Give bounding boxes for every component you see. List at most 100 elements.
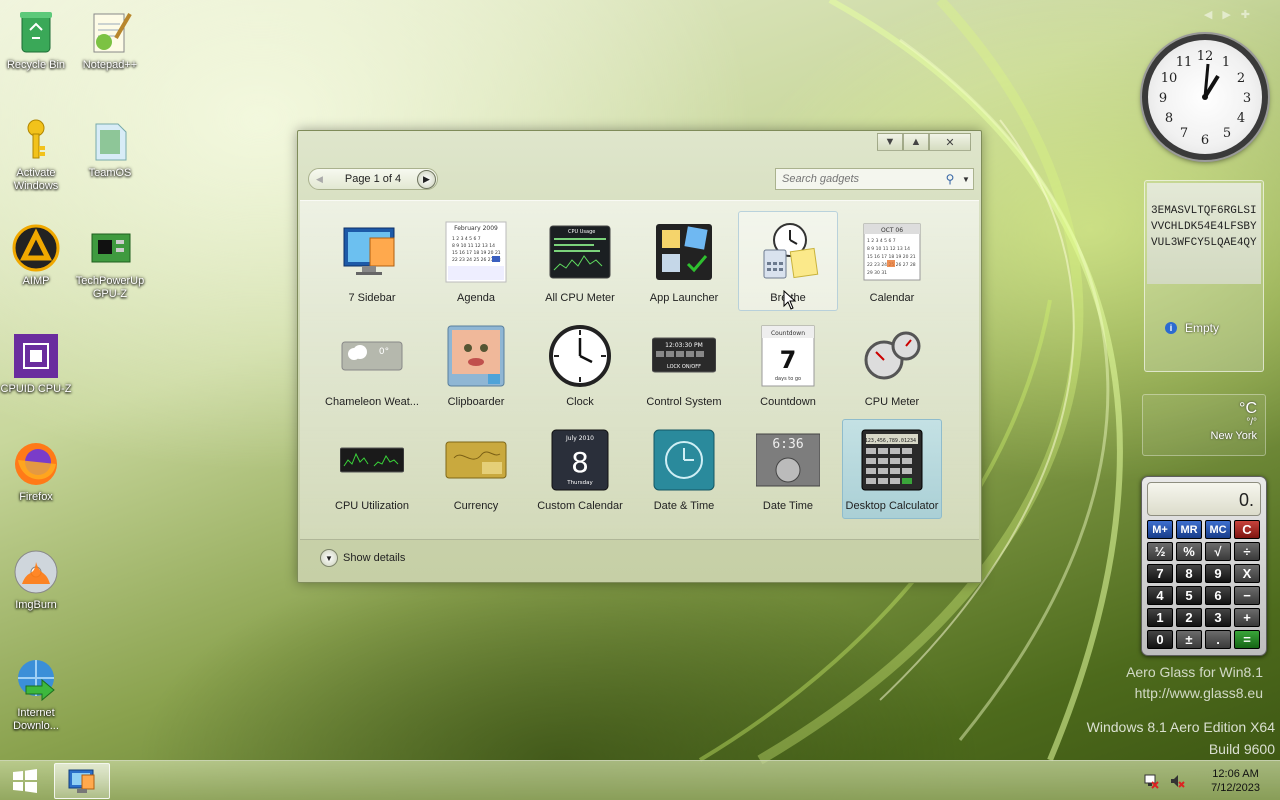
next-page-button[interactable]: ▶ xyxy=(417,169,436,189)
calc-key-8[interactable]: 8 xyxy=(1176,564,1202,583)
custom-cal-day-text: 8 xyxy=(571,446,589,479)
gadget-clipboarder[interactable]: Clipboarder xyxy=(426,315,526,415)
start-button[interactable] xyxy=(0,761,50,800)
network-disconnected-icon[interactable] xyxy=(1143,773,1159,789)
gadget-chameleon-weather[interactable]: 0° Chameleon Weat... xyxy=(322,315,422,415)
search-input[interactable] xyxy=(776,169,941,189)
calc-key-0[interactable]: 0 xyxy=(1147,630,1173,649)
date-time-digital-icon: 6:36 xyxy=(755,428,821,492)
page-navigator: ◀ Page 1 of 4 ▶ xyxy=(308,168,438,190)
calc-key-7[interactable]: 7 xyxy=(1147,564,1173,583)
taskbar-clock[interactable]: 12:06 AM 7/12/2023 xyxy=(1211,767,1260,795)
calc-key-percent[interactable]: % xyxy=(1176,542,1202,561)
chevron-down-icon[interactable]: ▼ xyxy=(877,133,903,151)
window-controls: ▼ ▲ ✕ xyxy=(877,133,971,151)
gadget-countdown[interactable]: Countdown 7 days to go Countdown xyxy=(738,315,838,415)
calc-key-equals[interactable]: = xyxy=(1234,630,1260,649)
desktop-icon-label: CPUID CPU-Z xyxy=(0,383,72,395)
desktop-icon-imgburn[interactable]: ImgBurn xyxy=(0,548,72,612)
calc-key-3[interactable]: 3 xyxy=(1205,608,1231,627)
calc-key-5[interactable]: 5 xyxy=(1176,586,1202,605)
calc-key-half[interactable]: ½ xyxy=(1147,542,1173,561)
svg-text:3: 3 xyxy=(1243,91,1251,106)
search-dropdown-button[interactable]: ▼ xyxy=(959,175,973,184)
gadget-all-cpu-meter[interactable]: CPU Usage All CPU Meter xyxy=(530,211,630,311)
gadget-date-time[interactable]: Date & Time xyxy=(634,419,734,519)
sidebar-nav: ◀ ▶ ✚ xyxy=(1204,8,1250,21)
taskbar-gadgets-app[interactable] xyxy=(54,763,110,799)
volume-muted-icon[interactable] xyxy=(1169,773,1185,789)
show-details-label: Show details xyxy=(343,552,406,564)
desktop-icon-activate-windows[interactable]: Activate Windows xyxy=(0,116,72,193)
desktop-icon-label: AIMP xyxy=(22,275,50,287)
desktop-icon-teamos[interactable]: TeamOS xyxy=(74,116,146,180)
previous-page-button[interactable]: ◀ xyxy=(310,170,329,189)
currency-gadget-icon xyxy=(444,428,508,492)
desktop-icon-notepad-plus-plus[interactable]: Notepad++ xyxy=(74,8,146,72)
gadget-label: Desktop Calculator xyxy=(845,500,939,512)
sidebar-next-icon[interactable]: ▶ xyxy=(1222,8,1230,21)
calc-key-mr[interactable]: MR xyxy=(1176,520,1202,539)
svg-text:12: 12 xyxy=(1197,49,1214,64)
gadget-label: Custom Calendar xyxy=(537,500,623,512)
gadget-label: Chameleon Weat... xyxy=(325,396,419,408)
calc-key-9[interactable]: 9 xyxy=(1205,564,1231,583)
svg-text:8 9 10 11 12 13 14: 8 9 10 11 12 13 14 xyxy=(452,243,495,249)
svg-text:15 16 17 18 19 20 21: 15 16 17 18 19 20 21 xyxy=(867,254,916,260)
calc-key-4[interactable]: 4 xyxy=(1147,586,1173,605)
gadget-grid: 7 Sidebar February 2009 1 2 3 4 5 6 78 9 … xyxy=(300,200,979,540)
gadget-label: Calendar xyxy=(869,292,915,304)
desktop-icon-firefox[interactable]: Firefox xyxy=(0,440,72,504)
note-status: i Empty xyxy=(1165,321,1219,335)
gadget-cpu-utilization[interactable]: CPU Utilization xyxy=(322,419,422,519)
desktop-icon-gpu-z[interactable]: TechPowerUp GPU-Z xyxy=(74,224,146,301)
countdown-title-text: Countdown xyxy=(771,330,805,337)
svg-text:11: 11 xyxy=(1176,55,1193,70)
gadget-control-system[interactable]: 12:03:30 PM LOCK ON/OFF Control System xyxy=(634,315,734,415)
gadget-desktop-calculator[interactable]: 123,456,789.01234 Desktop Calculator xyxy=(842,419,942,519)
calc-key-plus[interactable]: + xyxy=(1234,608,1260,627)
calc-key-mplus[interactable]: M+ xyxy=(1147,520,1173,539)
calc-key-minus[interactable]: − xyxy=(1234,586,1260,605)
desktop-icon-cpu-z[interactable]: CPUID CPU-Z xyxy=(0,332,72,396)
gadget-calendar[interactable]: OCT 06 1 2 3 4 5 6 7 8 9 10 11 12 13 14 15 … xyxy=(842,211,942,311)
calc-key-decimal[interactable]: . xyxy=(1205,630,1231,649)
show-details-toggle[interactable]: ▼ Show details xyxy=(320,549,405,567)
gadget-date-time-2[interactable]: 6:36 Date Time xyxy=(738,419,838,519)
gadget-custom-calendar[interactable]: July 2010 8 Thursday Custom Calendar xyxy=(530,419,630,519)
sidebar-add-gadget-icon[interactable]: ✚ xyxy=(1241,8,1250,21)
calc-key-mc[interactable]: MC xyxy=(1205,520,1231,539)
gadgets-app-icon xyxy=(68,769,95,793)
windows-edition-watermark: Windows 8.1 Aero Edition X64 Build 9600 xyxy=(1087,716,1275,760)
search-icon[interactable]: ⚲ xyxy=(941,172,959,186)
desktop-icon-recycle-bin[interactable]: Recycle Bin xyxy=(0,8,72,72)
calc-key-6[interactable]: 6 xyxy=(1205,586,1231,605)
gadget-app-launcher[interactable]: App Launcher xyxy=(634,211,734,311)
gadget-currency[interactable]: Currency xyxy=(426,419,526,519)
gadget-label: All CPU Meter xyxy=(545,292,615,304)
gadget-cpu-meter[interactable]: CPU Meter xyxy=(842,315,942,415)
desktop-icon-internet-download-manager[interactable]: Internet Downlo... xyxy=(0,656,72,733)
gadget-agenda[interactable]: February 2009 1 2 3 4 5 6 78 9 10 11 12 1… xyxy=(426,211,526,311)
app-launcher-gadget-icon xyxy=(652,220,716,284)
svg-text:4: 4 xyxy=(1237,111,1245,126)
calc-key-divide[interactable]: ÷ xyxy=(1234,542,1260,561)
calc-key-multiply[interactable]: X xyxy=(1234,564,1260,583)
maximize-button[interactable]: ▲ xyxy=(903,133,929,151)
calc-key-1[interactable]: 1 xyxy=(1147,608,1173,627)
calc-key-2[interactable]: 2 xyxy=(1176,608,1202,627)
calculator-keypad: M+ MR MC C ½ % √ ÷ 7 8 9 X 4 5 6 − 1 2 3… xyxy=(1147,520,1261,649)
gadget-clock[interactable]: Clock xyxy=(530,315,630,415)
chevron-down-icon: ▼ xyxy=(320,549,338,567)
agenda-gadget-icon: February 2009 1 2 3 4 5 6 78 9 10 11 12 1… xyxy=(444,220,508,284)
weather-gadget[interactable]: °C °/° New York xyxy=(1142,394,1266,456)
sidebar-previous-icon[interactable]: ◀ xyxy=(1204,8,1212,21)
desktop-icon-aimp[interactable]: AIMP xyxy=(0,224,72,288)
calc-key-sign[interactable]: ± xyxy=(1176,630,1202,649)
calc-key-sqrt[interactable]: √ xyxy=(1205,542,1231,561)
close-button[interactable]: ✕ xyxy=(929,133,971,151)
clock-gadget[interactable]: 12 1 2 3 4567 8 9 10 11 xyxy=(1142,34,1268,160)
gadget-7-sidebar[interactable]: 7 Sidebar xyxy=(322,211,422,311)
notes-gadget[interactable]: 3EMASVLTQF6RGLSIVVCHLDK54E4LFSBYVUL3WFCY… xyxy=(1144,180,1264,372)
calc-key-clear[interactable]: C xyxy=(1234,520,1260,539)
